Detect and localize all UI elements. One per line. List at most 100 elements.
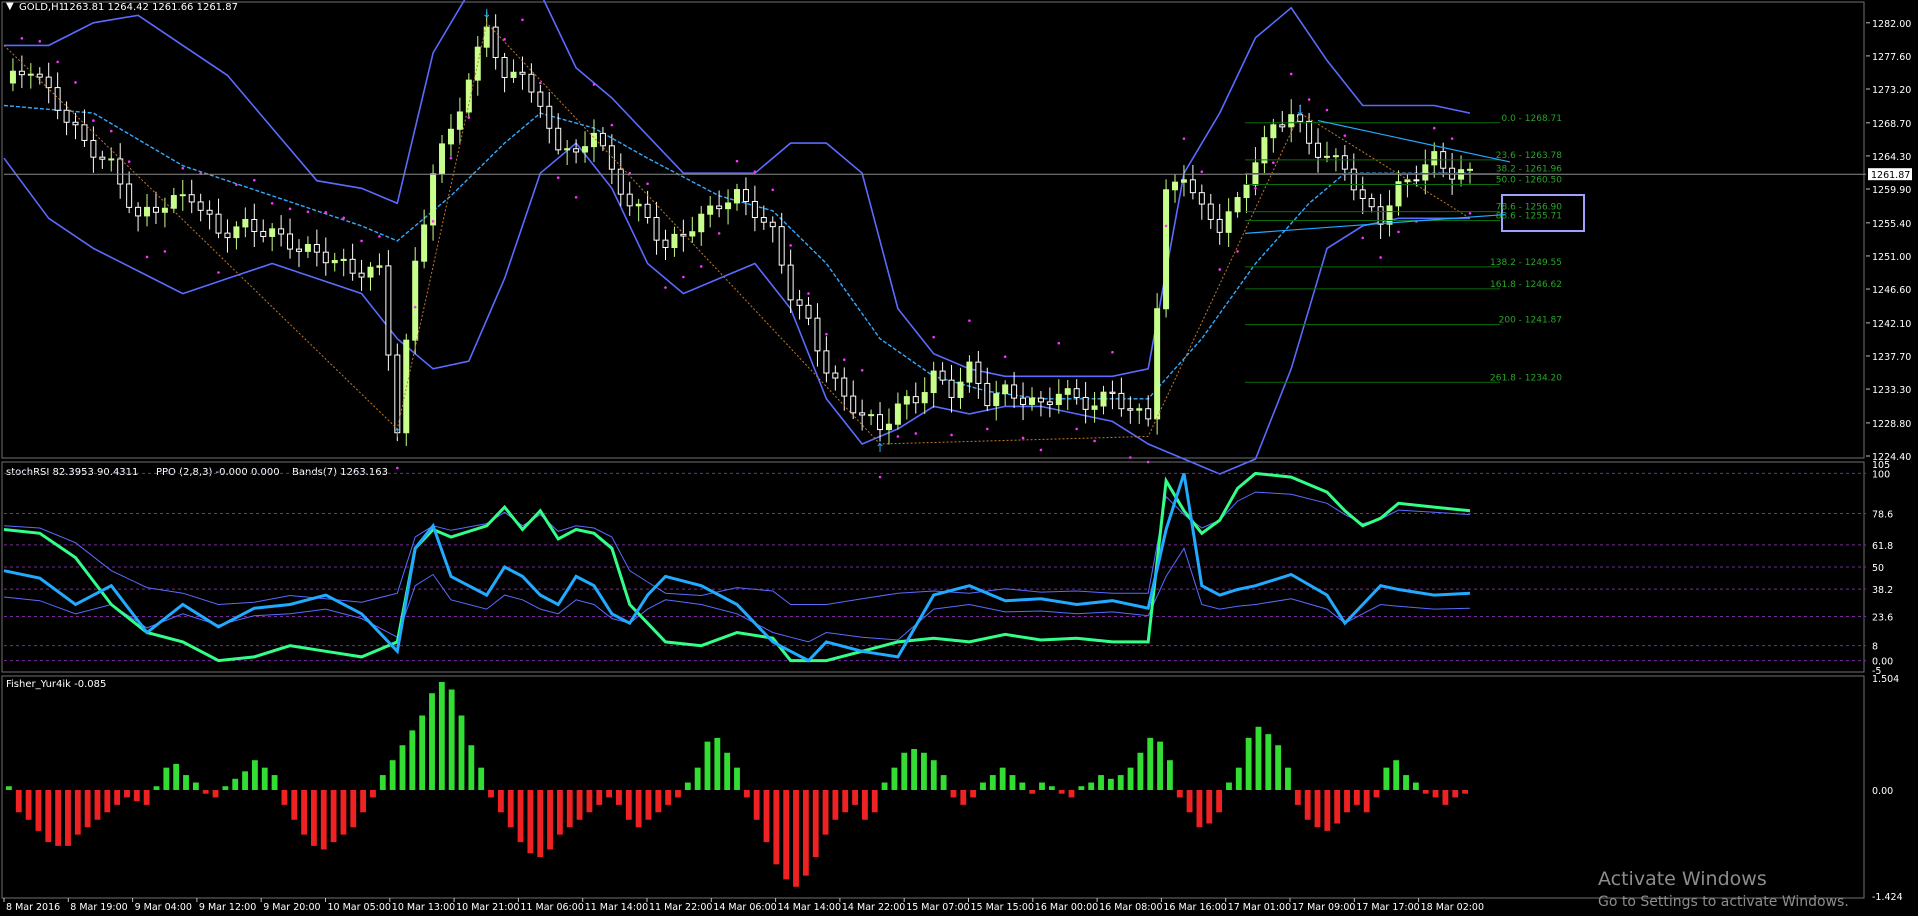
candle-body xyxy=(1225,211,1232,233)
candle-body xyxy=(1189,179,1196,194)
candle-body xyxy=(1341,155,1348,170)
candle-body xyxy=(1243,184,1250,199)
sar-dot xyxy=(878,475,882,479)
candle-body xyxy=(1011,384,1018,399)
candle-body xyxy=(653,217,660,241)
candle-body xyxy=(215,213,222,234)
candle-body xyxy=(1467,168,1473,171)
candle-body xyxy=(1037,397,1044,403)
sar-dot xyxy=(521,18,524,22)
x-tick-label: 11 Mar 06:00 xyxy=(520,902,583,913)
candle-body xyxy=(698,213,705,233)
candle-body xyxy=(510,71,517,78)
sar-dot xyxy=(413,305,417,309)
sar-dot xyxy=(1164,224,1168,228)
candle-body xyxy=(322,251,329,264)
sar-dot xyxy=(717,232,721,235)
main-panel-ohlc: 1263.81 1264.42 1261.66 1261.87 xyxy=(63,2,238,13)
x-tick-label: 11 Mar 14:00 xyxy=(585,902,648,913)
sar-dot xyxy=(932,335,935,339)
candle-body xyxy=(1279,124,1286,128)
x-tick-label: 10 Mar 05:00 xyxy=(328,902,391,913)
sar-dot xyxy=(449,156,453,160)
candle-body xyxy=(921,392,928,404)
candle-body xyxy=(716,205,723,210)
sar-dot xyxy=(664,286,667,289)
sar-dot xyxy=(145,255,149,259)
candle-body xyxy=(1270,124,1277,139)
candle-body xyxy=(877,414,884,431)
x-tick-label: 14 Mar 14:00 xyxy=(778,902,841,913)
watermark-line2: Go to Settings to activate Windows. xyxy=(1598,894,1849,910)
candle-body xyxy=(224,232,231,239)
stoch-y-tick-label: 61.8 xyxy=(1872,541,1893,552)
y-tick-label: 1273.20 xyxy=(1872,85,1911,96)
candle-body xyxy=(1073,388,1080,398)
sar-dot xyxy=(1272,161,1275,164)
candle-body xyxy=(573,148,580,153)
x-tick-label: 10 Mar 21:00 xyxy=(456,902,519,913)
candle-body xyxy=(385,265,392,356)
sar-dot xyxy=(735,159,739,163)
fib-level-label: 200 - 1241.87 xyxy=(1499,316,1562,326)
candle-body xyxy=(421,224,428,262)
candle-body xyxy=(841,377,848,397)
candle-body xyxy=(707,205,714,215)
candle-body xyxy=(152,206,159,213)
fib-level-label: 38.2 - 1261.96 xyxy=(1496,165,1562,175)
main-panel-triangle-icon[interactable]: ▼ xyxy=(6,1,14,12)
candle-body xyxy=(295,248,302,252)
x-tick-label: 10 Mar 13:00 xyxy=(392,902,455,913)
sar-dot xyxy=(592,83,596,86)
candle-body xyxy=(823,350,830,374)
current-price-label: 1261.87 xyxy=(1871,170,1910,181)
candle-body xyxy=(564,148,571,151)
sar-dot xyxy=(217,271,220,274)
sar-dot xyxy=(74,81,77,84)
candle-body xyxy=(725,202,732,210)
candle-body xyxy=(912,396,919,404)
x-tick-label: 17 Mar 17:00 xyxy=(1356,902,1419,913)
candle-body xyxy=(1422,164,1429,181)
candle-body xyxy=(18,70,25,76)
candle-body xyxy=(555,127,562,151)
candle-body xyxy=(805,304,812,319)
candle-body xyxy=(1046,401,1053,405)
stoch-panel-label-ppo: PPO (2,8,3) -0.000 0.000 xyxy=(156,467,280,478)
candle-body xyxy=(930,370,937,394)
sar-dot xyxy=(574,195,578,199)
sar-dot xyxy=(1432,126,1436,130)
candle-body xyxy=(1386,205,1393,225)
y-tick-label: 1277.60 xyxy=(1872,52,1911,63)
candle-body xyxy=(197,201,204,211)
candle-body xyxy=(63,109,70,123)
sar-dot xyxy=(1075,427,1078,431)
candle-body xyxy=(179,194,186,197)
x-tick-label: 16 Mar 16:00 xyxy=(1163,902,1226,913)
candle-body xyxy=(99,156,106,160)
candle-body xyxy=(45,76,52,89)
sar-dot xyxy=(860,368,864,372)
x-tick-label: 9 Mar 20:00 xyxy=(263,902,320,913)
sar-dot xyxy=(985,427,989,431)
candle-body xyxy=(1020,397,1027,405)
sar-dot xyxy=(1289,72,1293,76)
sar-dot xyxy=(324,211,328,214)
candle-body xyxy=(1172,181,1179,191)
candle-body xyxy=(1127,408,1134,411)
sar-dot xyxy=(1003,355,1007,359)
sar-dot xyxy=(914,432,918,435)
candle-body xyxy=(287,233,294,250)
candle-body xyxy=(894,403,901,425)
candle-body xyxy=(1413,179,1420,182)
fisher-y-tick-label: -1.424 xyxy=(1872,892,1903,903)
fib-level-label: 0.0 - 1268.71 xyxy=(1502,114,1563,124)
candle-body xyxy=(1002,384,1009,395)
candle-body xyxy=(868,414,875,417)
candle-body xyxy=(358,272,365,278)
candle-body xyxy=(957,381,964,398)
candle-body xyxy=(1055,393,1062,405)
sar-dot xyxy=(842,358,846,362)
trading-chart[interactable]: ▼ GOLD,H1 1263.81 1264.42 1261.66 1261.8… xyxy=(0,0,1918,916)
sar-dot xyxy=(610,123,614,127)
